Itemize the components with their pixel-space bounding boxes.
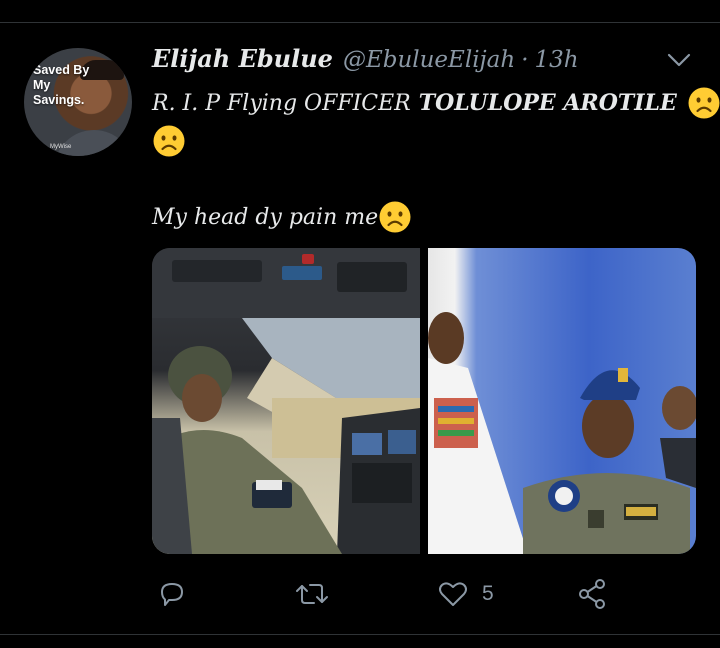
like-button[interactable]: 5 — [436, 574, 494, 614]
avatar[interactable]: Saved By My Savings. MyWise — [24, 48, 132, 156]
frowning-face-emoji — [688, 87, 720, 119]
author-display-name[interactable]: Elijah Ebulue — [152, 44, 333, 73]
reply-button[interactable] — [156, 574, 188, 614]
tweet-text-line2-content: My head dy pain me — [152, 204, 379, 230]
share-button[interactable] — [576, 574, 610, 614]
tweet-text-line1: R. I. P Flying OFFICER TOLULOPE AROTILE — [152, 86, 720, 120]
retweet-button[interactable] — [294, 574, 330, 614]
photo-cockpit[interactable] — [152, 248, 420, 554]
tweet-text-regular: R. I. P Flying OFFICER — [152, 90, 411, 116]
avatar-brand-text: MyWise — [50, 144, 72, 150]
separator-dot: · — [521, 47, 529, 73]
frowning-face-emoji — [153, 125, 185, 157]
tweet-timestamp[interactable]: 13h — [535, 47, 579, 73]
like-count: 5 — [482, 582, 494, 605]
share-icon — [579, 579, 605, 609]
bottom-divider — [0, 634, 720, 635]
author-handle[interactable]: @EbulueElijah — [343, 47, 515, 73]
frowning-face-emoji — [379, 201, 411, 233]
reply-icon — [161, 583, 183, 606]
avatar-overlay-text: Saved By My Savings. — [33, 63, 90, 107]
tweet-text-line2: My head dy pain me — [152, 200, 412, 234]
tweet-actions: 5 — [152, 574, 672, 614]
retweet-icon — [296, 584, 328, 604]
tweet-header: Elijah Ebulue @EbulueElijah · 13h — [152, 44, 579, 78]
photo-uniform[interactable] — [428, 248, 696, 554]
media-grid — [152, 248, 696, 554]
tweet-text-bold: TOLULOPE AROTILE — [418, 90, 677, 116]
chevron-down-icon[interactable] — [666, 50, 692, 70]
like-icon — [439, 582, 467, 606]
top-divider — [0, 22, 720, 23]
